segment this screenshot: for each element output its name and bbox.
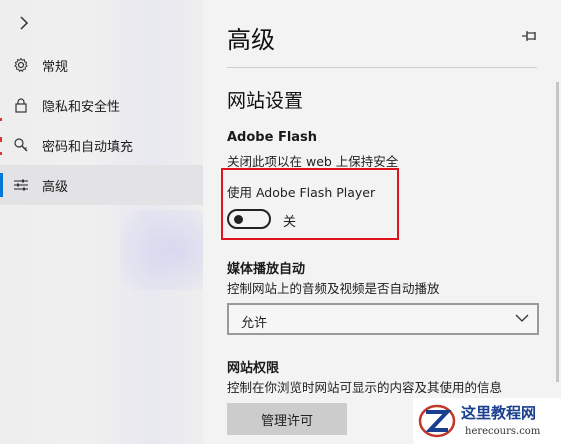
sidebar-item-label: 高级: [42, 179, 69, 195]
chevron-down-icon: [515, 314, 529, 322]
media-autoplay-select[interactable]: 允许: [227, 303, 539, 335]
red-edge-mark: [0, 137, 2, 142]
red-edge-mark: [0, 152, 2, 155]
expand-sidebar-button[interactable]: [12, 10, 36, 36]
scrollbar[interactable]: [556, 82, 559, 382]
site-permissions-heading: 网站权限: [227, 361, 280, 376]
sidebar: 常规 隐私和安全性 密码和自动填充 高级: [0, 0, 230, 444]
sidebar-item-general[interactable]: 常规: [0, 45, 203, 85]
media-autoplay-heading: 媒体播放自动: [227, 262, 306, 277]
page-title: 高级: [227, 26, 275, 54]
sidebar-item-privacy[interactable]: 隐私和安全性: [0, 85, 203, 125]
key-icon: [12, 136, 30, 154]
watermark-title: 这里教程网: [461, 404, 537, 422]
red-edge-mark: [0, 118, 2, 121]
settings-panel: 高级 网站设置 Adobe Flash 关闭此项以在 web 上保持安全 使用 …: [203, 0, 561, 444]
manage-permissions-button[interactable]: 管理许可: [227, 403, 347, 435]
flash-toggle-state: 关: [283, 215, 297, 230]
sidebar-item-advanced[interactable]: 高级: [0, 165, 203, 205]
watermark-logo-icon: [418, 404, 456, 438]
media-autoplay-description: 控制网站上的音频及视频是否自动播放: [227, 281, 440, 296]
flash-toggle[interactable]: [227, 209, 271, 229]
lock-icon: [12, 96, 30, 114]
select-value: 允许: [241, 316, 268, 331]
flash-toggle-label: 使用 Adobe Flash Player: [227, 185, 376, 200]
section-title: 网站设置: [227, 90, 304, 112]
highlight-annotation-box: [221, 168, 399, 240]
sidebar-item-label: 常规: [42, 59, 69, 75]
chevron-right-icon: [20, 16, 29, 30]
gear-icon: [12, 56, 30, 74]
sidebar-item-passwords[interactable]: 密码和自动填充: [0, 125, 203, 165]
watermark-url: herecours.com: [465, 426, 541, 437]
site-permissions-description: 控制在你浏览时网站可显示的内容及其使用的信息: [227, 380, 503, 395]
toggle-knob: [234, 215, 243, 224]
flash-heading: Adobe Flash: [227, 130, 318, 145]
sidebar-item-label: 隐私和安全性: [42, 99, 121, 115]
pin-pane-button[interactable]: [521, 28, 539, 42]
sidebar-item-label: 密码和自动填充: [42, 139, 134, 155]
watermark: 这里教程网 herecours.com: [413, 398, 561, 444]
sliders-icon: [12, 176, 30, 194]
title-divider: [227, 67, 537, 68]
pin-icon: [522, 31, 536, 41]
